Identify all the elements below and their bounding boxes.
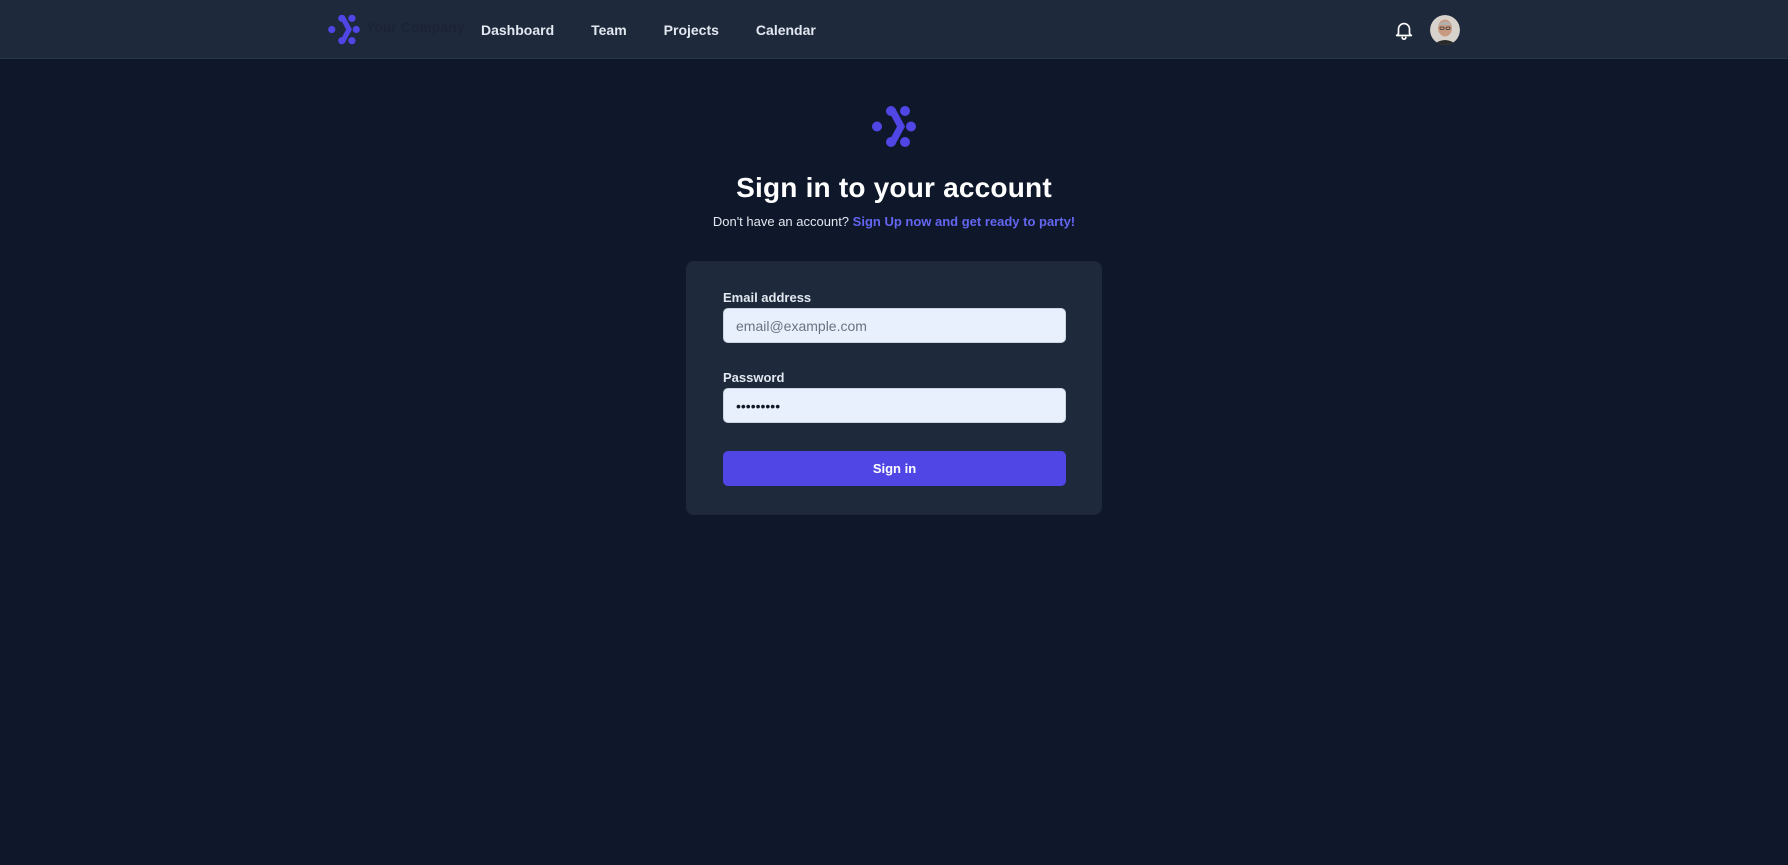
signup-prompt-text: Don't have an account?: [712, 214, 850, 229]
sign-in-button[interactable]: Sign in: [723, 451, 1066, 486]
user-avatar[interactable]: [1430, 15, 1460, 45]
signin-form-card: Email address Password Sign in: [686, 261, 1102, 515]
top-navigation-bar: Your Company Dashboard Team Projects Cal…: [0, 0, 1788, 59]
bell-icon[interactable]: [1393, 18, 1415, 42]
password-field[interactable]: [723, 388, 1066, 423]
nav-calendar[interactable]: Calendar: [744, 14, 828, 46]
signup-prompt: Don't have an account? Sign Up now and g…: [0, 214, 1788, 229]
brand-logo-icon[interactable]: [327, 14, 361, 45]
email-label: Email address: [723, 290, 812, 305]
nav-projects[interactable]: Projects: [652, 14, 731, 46]
signup-link[interactable]: Sign Up now and get ready to party!: [853, 214, 1075, 229]
nav-team[interactable]: Team: [579, 14, 639, 46]
main-nav: Dashboard Team Projects Calendar: [469, 0, 841, 59]
password-label: Password: [723, 370, 785, 385]
brand-name: Your Company: [366, 19, 465, 35]
page-title: Sign in to your account: [736, 172, 1052, 203]
main-content: Sign in to your account Don't have an ac…: [0, 59, 1788, 865]
brand-logo-icon: [872, 106, 916, 147]
email-field[interactable]: [723, 308, 1066, 343]
nav-dashboard[interactable]: Dashboard: [469, 14, 566, 46]
